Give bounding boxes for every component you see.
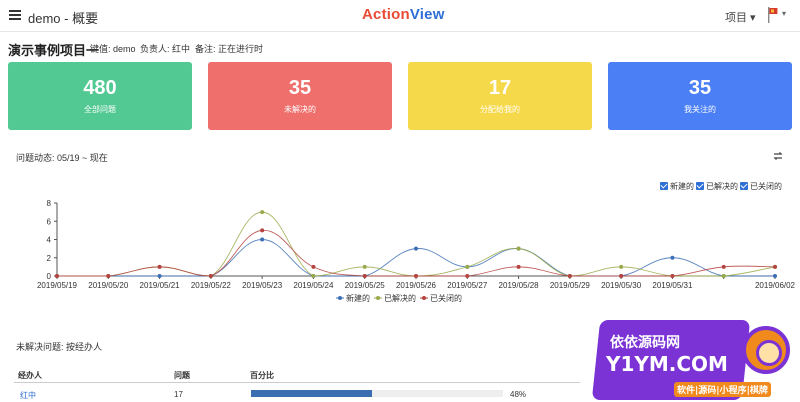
- x-tick-label: 2019/06/02: [755, 281, 796, 290]
- x-tick-label: 2019/05/28: [499, 281, 540, 290]
- series-point-3: [55, 274, 59, 278]
- series-point-3: [465, 274, 470, 278]
- table-divider: [14, 382, 580, 383]
- project-info: 演示事例项目一 键值: demo 负责人: 红中 备注: 正在进行时: [8, 40, 788, 58]
- percent-text: 48%: [510, 390, 527, 399]
- series-line-1: [56, 239, 775, 277]
- series-point-3: [106, 274, 111, 278]
- legend-label: 已解决的: [384, 293, 416, 303]
- stat-value: 17: [488, 77, 512, 99]
- series-point-2: [465, 264, 470, 269]
- series-point-3: [670, 274, 675, 278]
- stat-label: 我关注的: [684, 105, 716, 114]
- logo-part-2: View: [409, 6, 445, 23]
- watermark-logo: 依依源码网 Y1YM.COM 软件|源码|小程序|棋牌: [591, 320, 796, 400]
- series-point-3: [619, 274, 624, 278]
- stat-label: 全部问题: [84, 105, 116, 114]
- x-tick-label: 2019/05/25: [345, 281, 386, 290]
- series-point-1: [157, 274, 162, 278]
- series-point-2: [516, 246, 521, 251]
- series-line-2: [56, 211, 776, 277]
- user-avatar-icon[interactable]: [766, 7, 780, 23]
- stat-label: 未解决的: [284, 105, 316, 114]
- series-point-3: [516, 264, 521, 269]
- series-point-3: [414, 274, 418, 278]
- stat-label: 分配给我的: [480, 105, 520, 114]
- refresh-icon[interactable]: [772, 150, 784, 162]
- series-point-3: [773, 264, 777, 269]
- stat-card-assigned-to-me[interactable]: 17 分配给我的: [408, 62, 592, 130]
- series-point-2: [311, 274, 316, 278]
- series-point-3: [311, 264, 316, 269]
- series-point-1: [773, 274, 777, 278]
- stat-value: 35: [288, 77, 312, 99]
- watermark-line-2: Y1YM.COM: [606, 352, 728, 376]
- stat-card-unresolved[interactable]: 35 未解决的: [208, 62, 392, 130]
- project-note: 备注: 正在进行时: [195, 44, 264, 54]
- stat-value: 35: [688, 77, 712, 99]
- series-point-1: [670, 255, 675, 260]
- series-point-2: [619, 264, 624, 269]
- series-point-3: [260, 228, 265, 233]
- series-point-2: [721, 274, 726, 278]
- y-tick-label: 6: [47, 217, 52, 226]
- y-tick-label: 2: [47, 254, 52, 263]
- series-line-3: [56, 229, 776, 277]
- x-tick-label: 2019/05/31: [652, 281, 693, 290]
- issue-count: 17: [174, 390, 183, 399]
- series-point-3: [208, 274, 213, 278]
- unresolved-title: 未解决问题: 按经办人: [16, 342, 103, 352]
- y-tick-label: 8: [47, 199, 52, 208]
- stat-value: 480: [83, 77, 117, 99]
- project-key: 键值: demo: [90, 44, 136, 54]
- trend-line-chart: 0 2 4 6 8 2019/05/19 2019/05/20 2019/05/21 2019/…: [37, 199, 796, 303]
- y-tick-label: 4: [47, 236, 52, 245]
- col-header-percent: 百分比: [250, 371, 274, 380]
- legend-marker-dot: [422, 296, 426, 300]
- series-point-1: [414, 246, 418, 251]
- series-point-1: [260, 237, 265, 242]
- x-tick-label: 2019/05/30: [601, 281, 642, 290]
- col-header-count: 问题: [174, 371, 190, 380]
- watermark-badge-icon: [742, 326, 790, 374]
- percent-bar: [251, 390, 503, 397]
- series-point-3: [157, 264, 162, 269]
- watermark-line-1: 依依源码网: [610, 335, 680, 351]
- x-tick-label: 2019/05/22: [191, 281, 232, 290]
- stat-card-all[interactable]: 480 全部问题: [8, 62, 192, 130]
- assignee-link[interactable]: 红中: [20, 390, 36, 401]
- x-tick-label: 2019/05/29: [550, 281, 591, 290]
- legend-label: 已关闭的: [430, 293, 462, 303]
- app-logo[interactable]: ActionView: [362, 6, 445, 23]
- series-point-3: [721, 264, 726, 269]
- logo-part-1: Action: [362, 6, 410, 23]
- x-tick-label: 2019/05/26: [396, 281, 437, 290]
- legend-label: 新建的: [346, 293, 370, 303]
- legend-marker-dot: [376, 296, 380, 300]
- menu-icon[interactable]: [9, 10, 21, 20]
- avatar-caret-icon[interactable]: ▾: [782, 9, 786, 18]
- project-menu[interactable]: 项目 ▾: [725, 9, 756, 25]
- series-point-3: [567, 274, 572, 278]
- x-tick-label: 2019/05/20: [88, 281, 129, 290]
- y-tick-label: 0: [47, 272, 52, 281]
- percent-bar-fill: [251, 390, 372, 397]
- x-tick-label: 2019/05/27: [447, 281, 488, 290]
- series-point-2: [362, 264, 367, 269]
- stat-card-watching[interactable]: 35 我关注的: [608, 62, 792, 130]
- project-name: 演示事例项目一: [8, 43, 100, 58]
- x-tick-label: 2019/05/23: [242, 281, 283, 290]
- series-point-3: [362, 274, 367, 278]
- project-lead: 负责人: 红中: [140, 44, 191, 54]
- x-tick-label: 2019/05/24: [293, 281, 334, 290]
- legend-marker-dot: [338, 296, 342, 300]
- x-tick-label: 2019/05/21: [140, 281, 181, 290]
- x-tick-label: 2019/05/19: [37, 281, 78, 290]
- series-point-2: [260, 210, 265, 215]
- trend-title: 问题动态: 05/19 ~ 现在: [16, 153, 108, 163]
- page-title: demo - 概要: [28, 11, 99, 26]
- top-bar: demo - 概要 ActionView 项目 ▾ ▾: [0, 0, 800, 32]
- watermark-line-3: 软件|源码|小程序|棋牌: [674, 382, 771, 397]
- col-header-assignee: 经办人: [18, 371, 42, 380]
